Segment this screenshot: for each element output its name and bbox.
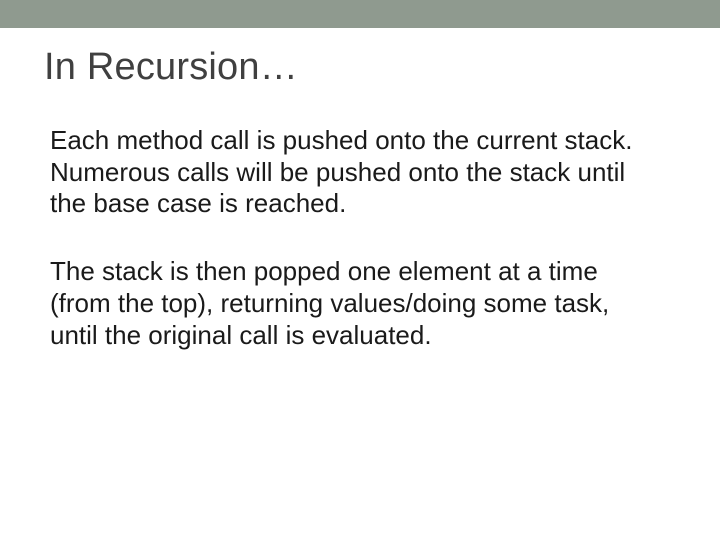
slide-content: In Recursion… Each method call is pushed…	[0, 28, 720, 351]
slide-paragraph-2: The stack is then popped one element at …	[50, 256, 650, 351]
accent-bar	[0, 0, 720, 28]
slide-paragraph-1: Each method call is pushed onto the curr…	[50, 125, 650, 220]
slide-title: In Recursion…	[44, 46, 676, 89]
